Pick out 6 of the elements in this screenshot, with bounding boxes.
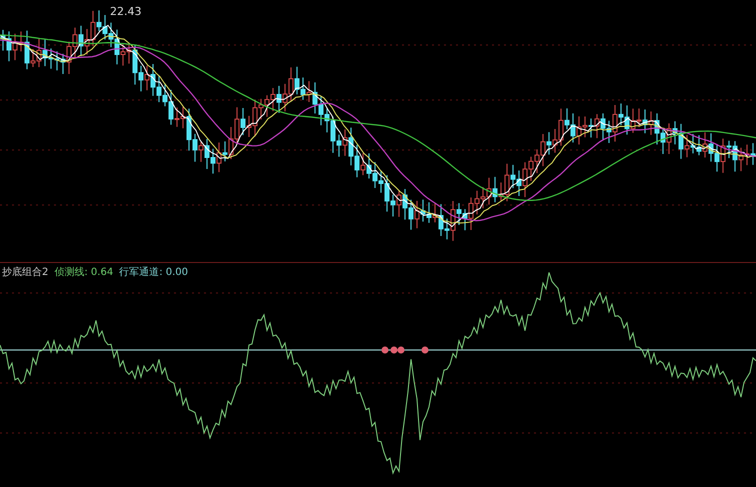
indicator-value: 行军通道: 0.00 <box>119 266 188 279</box>
indicator-value: 侦测线: 0.64 <box>54 266 114 279</box>
signal-marker <box>382 346 388 354</box>
signal-marker <box>422 346 428 354</box>
indicator-title: 抄底组合2 <box>2 266 48 279</box>
high-price-label: 22.43 <box>110 5 142 18</box>
